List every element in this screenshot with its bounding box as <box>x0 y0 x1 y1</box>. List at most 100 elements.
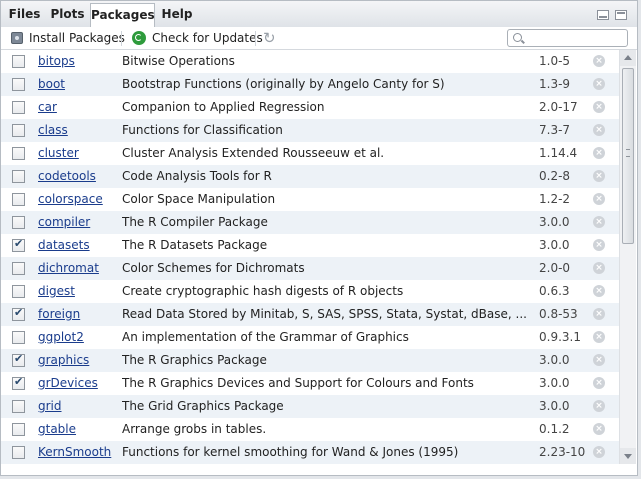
package-version: 1.0-5 <box>539 54 571 68</box>
package-name-link[interactable]: grDevices <box>38 376 98 390</box>
remove-package-icon[interactable]: × <box>593 377 605 389</box>
remove-package-icon[interactable]: × <box>593 216 605 228</box>
package-description: The R Graphics Devices and Support for C… <box>122 376 474 390</box>
package-description: Color Schemes for Dichromats <box>122 261 305 275</box>
package-name-link[interactable]: datasets <box>38 238 90 252</box>
package-loaded-checkbox[interactable] <box>12 101 25 114</box>
remove-package-icon[interactable]: × <box>593 285 605 297</box>
package-description: Functions for Classification <box>122 123 283 137</box>
package-description: The R Graphics Package <box>122 353 267 367</box>
package-loaded-checkbox[interactable] <box>12 216 25 229</box>
table-row: KernSmooth Functions for kernel smoothing… <box>1 441 619 464</box>
package-description: An implementation of the Grammar of Grap… <box>122 330 409 344</box>
table-row: datasets The R Datasets Package 3.0.0 × <box>1 234 619 257</box>
package-name-link[interactable]: KernSmooth <box>38 445 111 459</box>
tab-packages[interactable]: Packages <box>90 3 155 28</box>
remove-package-icon[interactable]: × <box>593 101 605 113</box>
package-loaded-checkbox[interactable] <box>12 375 25 390</box>
package-name-link[interactable]: ggplot2 <box>38 330 84 344</box>
package-loaded-checkbox[interactable] <box>12 446 25 459</box>
package-name-link[interactable]: car <box>38 100 57 114</box>
package-loaded-checkbox[interactable] <box>12 352 25 367</box>
package-loaded-checkbox[interactable] <box>12 423 25 436</box>
remove-package-icon[interactable]: × <box>593 262 605 274</box>
maximize-pane-button[interactable] <box>615 10 627 20</box>
remove-package-icon[interactable]: × <box>593 400 605 412</box>
minimize-pane-button[interactable] <box>597 10 609 20</box>
package-name-link[interactable]: codetools <box>38 169 96 183</box>
package-search-input[interactable] <box>528 31 623 45</box>
package-name-link[interactable]: dichromat <box>38 261 99 275</box>
remove-package-icon[interactable]: × <box>593 354 605 366</box>
tab-plots[interactable]: Plots <box>45 3 90 27</box>
tab-files[interactable]: Files <box>6 3 43 27</box>
package-loaded-checkbox[interactable] <box>12 262 25 275</box>
table-row: car Companion to Applied Regression 2.0-17… <box>1 96 619 119</box>
package-description: The Grid Graphics Package <box>122 399 284 413</box>
remove-package-icon[interactable]: × <box>593 193 605 205</box>
package-loaded-checkbox[interactable] <box>12 124 25 137</box>
check-for-updates-button[interactable]: Check for Updates <box>132 29 263 47</box>
scroll-up-arrow-icon[interactable] <box>620 50 636 66</box>
package-name-link[interactable]: colorspace <box>38 192 103 206</box>
package-loaded-checkbox[interactable] <box>12 331 25 344</box>
package-version: 0.9.3.1 <box>539 330 581 344</box>
remove-package-icon[interactable]: × <box>593 147 605 159</box>
package-search-box[interactable] <box>507 29 628 47</box>
package-name-link[interactable]: bitops <box>38 54 75 68</box>
package-name-link[interactable]: gtable <box>38 422 76 436</box>
scrollbar-thumb[interactable] <box>622 68 634 244</box>
package-description: Create cryptographic hash digests of R o… <box>122 284 404 298</box>
remove-package-icon[interactable]: × <box>593 446 605 458</box>
table-row: boot Bootstrap Functions (originally by A… <box>1 73 619 96</box>
package-description: Cluster Analysis Extended Rousseeuw et a… <box>122 146 385 160</box>
package-loaded-checkbox[interactable] <box>12 285 25 298</box>
package-version: 1.2-2 <box>539 192 571 206</box>
remove-package-icon[interactable]: × <box>593 124 605 136</box>
package-description: The R Compiler Package <box>122 215 268 229</box>
package-version: 0.2-8 <box>539 169 571 183</box>
install-packages-label: Install Packages <box>29 31 125 45</box>
package-name-link[interactable]: foreign <box>38 307 80 321</box>
package-name-link[interactable]: grid <box>38 399 62 413</box>
package-name-link[interactable]: class <box>38 123 68 137</box>
package-name-link[interactable]: compiler <box>38 215 90 229</box>
package-loaded-checkbox[interactable] <box>12 147 25 160</box>
remove-package-icon[interactable]: × <box>593 170 605 182</box>
package-loaded-checkbox[interactable] <box>12 78 25 91</box>
package-name-link[interactable]: graphics <box>38 353 89 367</box>
refresh-icon[interactable]: ↻ <box>263 30 279 46</box>
package-loaded-checkbox[interactable] <box>12 55 25 68</box>
package-loaded-checkbox[interactable] <box>12 170 25 183</box>
table-row: digest Create cryptographic hash digests … <box>1 280 619 303</box>
package-name-link[interactable]: cluster <box>38 146 79 160</box>
table-row: foreign Read Data Stored by Minitab, S, S… <box>1 303 619 326</box>
remove-package-icon[interactable]: × <box>593 423 605 435</box>
package-description: Bootstrap Functions (originally by Angel… <box>122 77 445 91</box>
vertical-scrollbar[interactable] <box>619 50 636 464</box>
package-loaded-checkbox[interactable] <box>12 237 25 252</box>
tab-help[interactable]: Help <box>157 3 197 27</box>
package-loaded-checkbox[interactable] <box>12 306 25 321</box>
package-name-link[interactable]: digest <box>38 284 75 298</box>
table-row: class Functions for Classification 7.3-7 × <box>1 119 619 142</box>
package-description: Functions for kernel smoothing for Wand … <box>122 445 459 459</box>
install-packages-button[interactable]: Install Packages <box>11 29 125 47</box>
package-description: Code Analysis Tools for R <box>122 169 272 183</box>
scroll-down-arrow-icon[interactable] <box>620 448 636 464</box>
remove-package-icon[interactable]: × <box>593 78 605 90</box>
table-row: bitops Bitwise Operations 1.0-5 × <box>1 50 619 73</box>
remove-package-icon[interactable]: × <box>593 308 605 320</box>
package-version: 3.0.0 <box>539 215 570 229</box>
package-version: 2.23-10 <box>539 445 586 459</box>
package-version: 3.0.0 <box>539 399 570 413</box>
remove-package-icon[interactable]: × <box>593 239 605 251</box>
table-row: gtable Arrange grobs in tables. 0.1.2 × <box>1 418 619 441</box>
remove-package-icon[interactable]: × <box>593 55 605 67</box>
package-version: 2.0-0 <box>539 261 571 275</box>
package-loaded-checkbox[interactable] <box>12 193 25 206</box>
package-loaded-checkbox[interactable] <box>12 400 25 413</box>
package-name-link[interactable]: boot <box>38 77 65 91</box>
remove-package-icon[interactable]: × <box>593 331 605 343</box>
table-row: dichromat Color Schemes for Dichromats 2.0… <box>1 257 619 280</box>
